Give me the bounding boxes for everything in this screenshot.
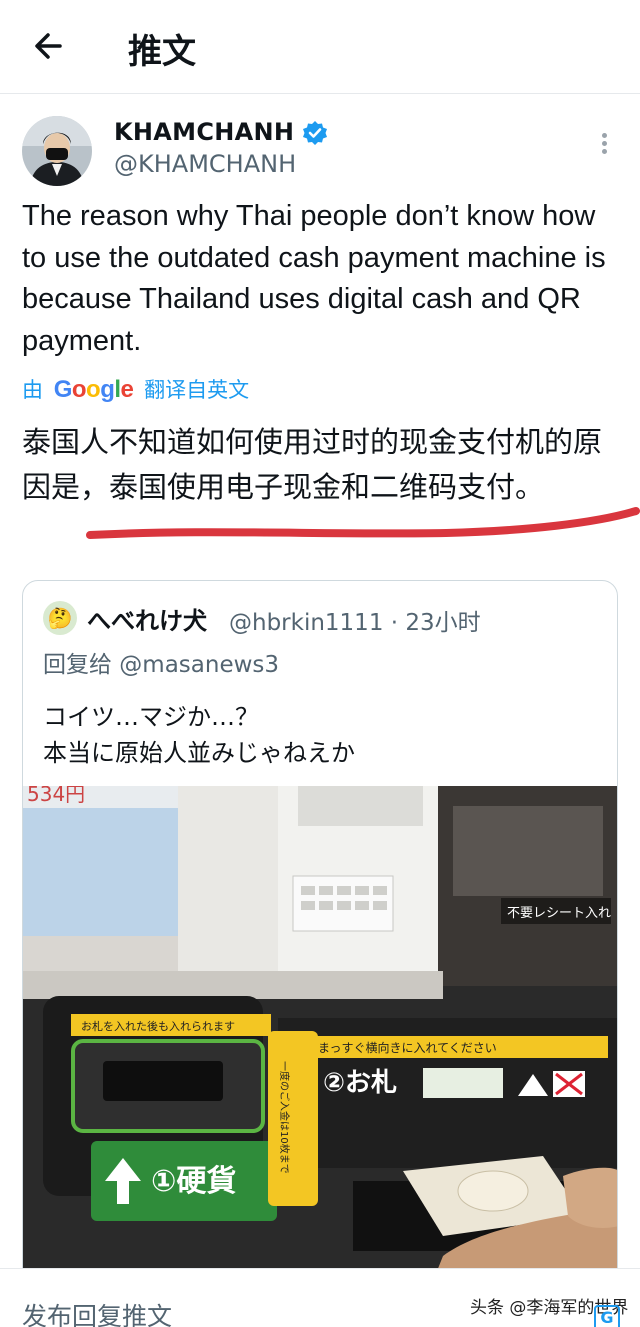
bill-slot-label: ②お札 [323, 1068, 397, 1098]
receipt-sign: 不要レシート入れ [507, 906, 611, 921]
quoted-avatar-icon: 🤔 [43, 601, 77, 635]
page-title: 推文 [128, 32, 196, 72]
coin-slot-notice: お札を入れた後も入れられます [81, 1019, 235, 1033]
quoted-text-line: コイツ…マジか…？ [43, 703, 259, 731]
translated-text: 泰国人不知道如何使用过时的现金支付机的原因是，泰国使用电子现金和二维码支付。 [22, 425, 603, 504]
red-underline-annotation [86, 507, 640, 539]
google-logo-icon: Google [53, 376, 134, 403]
quoted-display-name: へべれけ犬 [87, 607, 207, 635]
reply-to-label: 回复给 @masanews3 [43, 652, 280, 678]
avatar[interactable] [22, 116, 92, 186]
quoted-tweet-card[interactable]: 🤔 へべれけ犬 @hbrkin1111 · 23小时 回复给 @masanews… [22, 580, 618, 1300]
display-name[interactable]: KHAMCHANH [114, 118, 294, 146]
price-fragment: 534円 [27, 786, 85, 806]
reply-bar: 发布回复推文 头条 @李海军的世界 G [0, 1268, 640, 1327]
back-arrow-icon[interactable] [28, 26, 72, 66]
quoted-photo[interactable]: 534円 不要レシート入れ お札を入れた後も入れられます ①硬貨 まっすぐ横向き… [23, 786, 618, 1300]
user-handle[interactable]: @KHAMCHANH [114, 150, 296, 178]
top-bar: 推文 [0, 0, 640, 94]
coin-slot-label: ①硬貨 [151, 1164, 236, 1199]
quoted-text-line: 本当に原始人並みじゃねえか [43, 739, 355, 767]
tweet-text: The reason why Thai people don’t know ho… [22, 200, 606, 357]
bill-limit: 一度のご入金は10枚まで [278, 1061, 291, 1174]
translation-suffix: 翻译自英文 [144, 378, 250, 402]
verified-badge-icon [302, 120, 328, 146]
translation-attribution[interactable]: 由 Google 翻译自英文 [22, 374, 249, 406]
quoted-handle-time: @hbrkin1111 · 23小时 [229, 610, 481, 636]
watermark-badge: G [594, 1305, 620, 1327]
reply-input[interactable]: 发布回复推文 [22, 1297, 172, 1327]
more-options-icon[interactable] [594, 130, 614, 160]
quoted-text: コイツ…マジか…？ 本当に原始人並みじゃねえか [43, 699, 355, 771]
bill-slot-notice: まっすぐ横向きに入れてください [318, 1040, 497, 1055]
translation-prefix: 由 [22, 378, 43, 402]
